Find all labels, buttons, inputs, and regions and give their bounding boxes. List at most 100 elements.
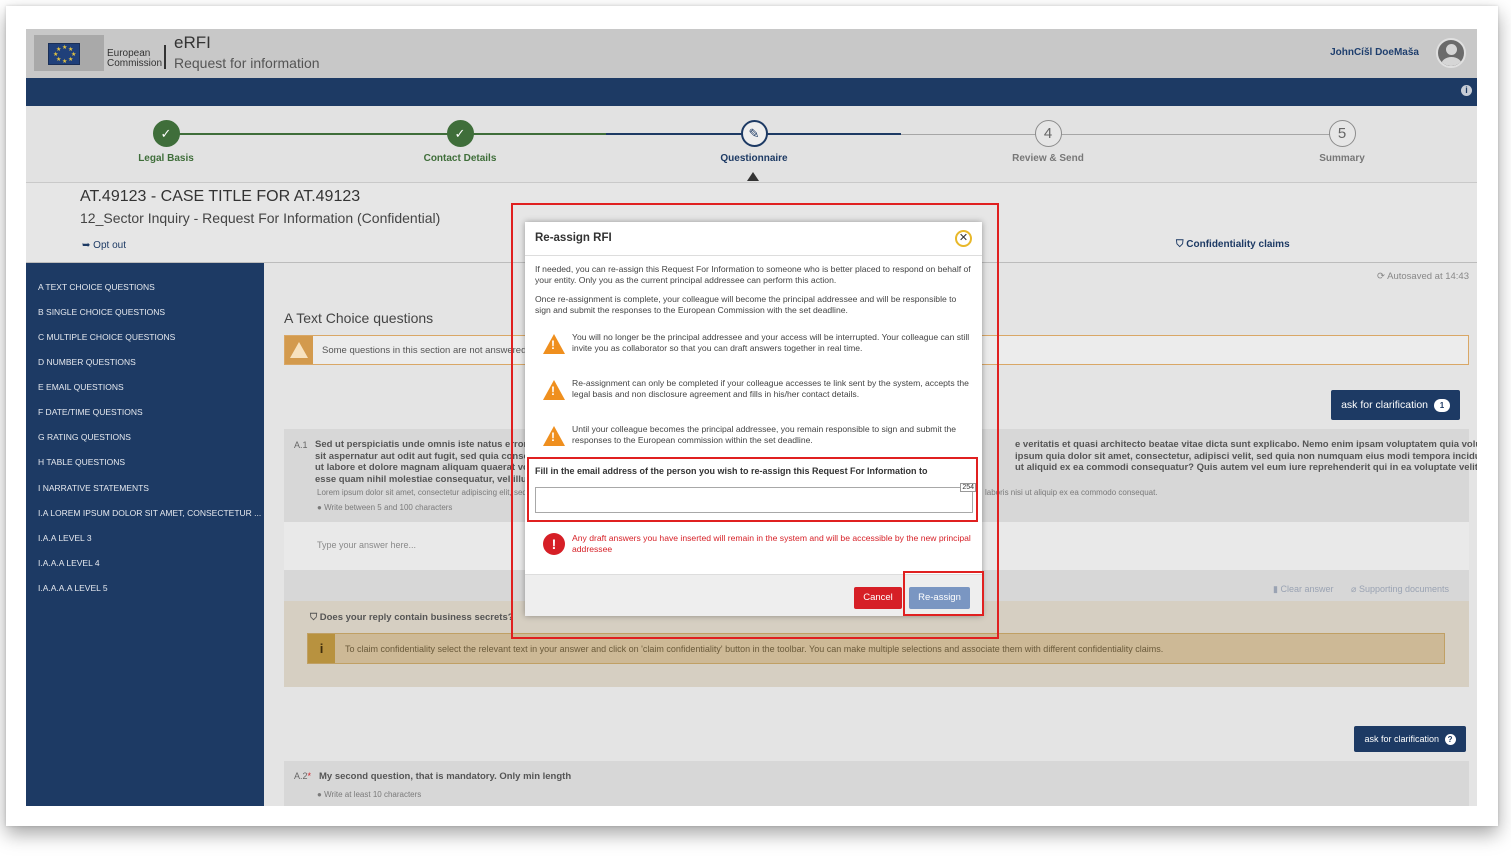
warning-icon	[543, 426, 565, 446]
sidebar-item-e[interactable]: E EMAIL QUESTIONS	[38, 382, 124, 392]
email-field-highlight-outline	[527, 457, 978, 522]
app-subtitle: Request for information	[174, 55, 320, 71]
logo-line-2: Commission	[107, 58, 163, 69]
draft-answers-error: ! Any draft answers you have inserted wi…	[535, 531, 972, 557]
question-hint: ● Write at least 10 characters	[317, 790, 421, 799]
step-contact-details[interactable]: ✓ Contact Details	[390, 120, 530, 164]
mandatory-marker: *	[307, 771, 312, 781]
eu-flag-icon: ★ ★ ★ ★ ★ ★ ★ ★	[48, 43, 80, 65]
hint-text: Write between 5 and 100 characters	[324, 503, 453, 512]
question-number-text: A.2	[294, 771, 308, 781]
sidebar-item-iaaa[interactable]: I.A.A.A LEVEL 4	[38, 558, 100, 568]
warning-text: Re-assignment can only be completed if y…	[572, 378, 969, 399]
ask-clarification-button-2[interactable]: ask for clarification ?	[1354, 726, 1466, 752]
step-label: Review & Send	[1012, 153, 1084, 164]
reassign-rfi-dialog: Re-assign RFI ✕ If needed, you can re-as…	[525, 222, 982, 616]
step-4-number: 4	[1034, 120, 1062, 147]
sidebar-item-ia[interactable]: I.A LOREM IPSUM DOLOR SIT AMET, CONSECTE…	[38, 508, 261, 518]
nav-bar: i	[26, 78, 1477, 106]
ask-clarification-button[interactable]: ask for clarification 1	[1331, 390, 1460, 420]
section-warning-text: Some questions in this section are not a…	[322, 345, 527, 356]
shield-icon: ⛉	[1176, 239, 1187, 250]
cancel-button[interactable]: Cancel	[854, 587, 902, 609]
opt-out-icon: ➥	[82, 240, 94, 251]
progress-stepper: ✓ Legal Basis ✓ Contact Details ✎ Questi…	[26, 106, 1477, 183]
step-questionnaire[interactable]: ✎ Questionnaire	[684, 120, 824, 164]
business-secrets-question: ⛉ Does your reply contain business secre…	[310, 612, 514, 623]
opt-out-label: Opt out	[93, 240, 126, 251]
clarification-count-badge: 1	[1433, 399, 1450, 412]
question-hint: ● Write between 5 and 100 characters	[317, 503, 452, 512]
ask-clarification-label: ask for clarification	[1341, 399, 1429, 411]
opt-out-link[interactable]: ➥ Opt out	[82, 240, 126, 251]
info-icon: i	[308, 634, 335, 663]
autosave-text: Autosaved at 14:43	[1387, 271, 1469, 282]
answer-toolbar: ▮ Clear answer ⌀ Supporting documents	[1273, 584, 1449, 595]
ec-logo: ★ ★ ★ ★ ★ ★ ★ ★	[34, 35, 104, 71]
sidebar-item-d[interactable]: D NUMBER QUESTIONS	[38, 357, 136, 367]
step-label: Questionnaire	[720, 153, 788, 164]
confidentiality-claims-link[interactable]: ⛉ Confidentiality claims	[1176, 239, 1290, 250]
supporting-documents-button[interactable]: ⌀ Supporting documents	[1351, 584, 1449, 594]
step-1-done-icon: ✓	[152, 120, 180, 147]
ec-logo-text: European Commission	[107, 49, 162, 69]
step-label: Contact Details	[423, 153, 497, 164]
step-label: Legal Basis	[138, 153, 194, 164]
error-icon: !	[543, 533, 565, 555]
case-subtitle: 12_Sector Inquiry - Request For Informat…	[80, 210, 441, 226]
warning-icon	[543, 334, 565, 354]
sidebar-item-g[interactable]: G RATING QUESTIONS	[38, 432, 131, 442]
question-a2: A.2* My second question, that is mandato…	[284, 761, 1469, 806]
help-icon: ?	[1444, 734, 1456, 745]
sidebar-item-h[interactable]: H TABLE QUESTIONS	[38, 457, 125, 467]
dialog-divider	[525, 255, 982, 256]
sidebar-item-f[interactable]: F DATE/TIME QUESTIONS	[38, 407, 143, 417]
app-title: eRFI	[174, 33, 211, 52]
dialog-intro-2: Once re-assignment is complete, your col…	[535, 294, 957, 315]
reassign-button-highlight-outline	[903, 571, 984, 616]
sidebar-item-iaaaa[interactable]: I.A.A.A.A LEVEL 5	[38, 583, 108, 593]
info-icon[interactable]: i	[1461, 85, 1472, 96]
sidebar-item-iaa[interactable]: I.A.A LEVEL 3	[38, 533, 92, 543]
autosave-status: ⟳ Autosaved at 14:43	[1377, 271, 1469, 282]
answer-placeholder: Type your answer here...	[317, 540, 417, 550]
paperclip-icon: ⌀	[1351, 584, 1359, 594]
step-2-done-icon: ✓	[446, 120, 474, 147]
case-title: AT.49123 - CASE TITLE FOR AT.49123	[80, 188, 361, 205]
step-legal-basis[interactable]: ✓ Legal Basis	[96, 120, 236, 164]
question-text-line: sit aspernatur aut odit aut fugit, sed q…	[315, 450, 529, 462]
sidebar-item-b[interactable]: B SINGLE CHOICE QUESTIONS	[38, 307, 165, 317]
question-text-line: esse quam nihil molestiae consequatur, v…	[315, 473, 535, 485]
step-review-send[interactable]: 4 Review & Send	[978, 120, 1118, 164]
section-title: A Text Choice questions	[284, 310, 434, 326]
avatar[interactable]	[1436, 38, 1466, 68]
clear-answer-button[interactable]: ▮ Clear answer	[1273, 584, 1333, 594]
question-description: Lorem ipsum dolor sit amet, consectetur …	[317, 488, 1158, 497]
dialog-intro: If needed, you can re-assign this Reques…	[535, 264, 971, 285]
step-summary[interactable]: 5 Summary	[1272, 120, 1412, 164]
warning-item: Until your colleague becomes the princip…	[535, 424, 972, 454]
refresh-icon: ⟳	[1377, 271, 1388, 282]
shield-icon: ⛉	[310, 612, 320, 623]
close-icon[interactable]: ✕	[955, 230, 972, 247]
hint-text: Write at least 10 characters	[324, 790, 422, 799]
sidebar-item-i[interactable]: I NARRATIVE STATEMENTS	[38, 483, 149, 493]
sidebar-item-a[interactable]: A TEXT CHOICE QUESTIONS	[38, 282, 155, 292]
question-text-line: ut labore et dolore magnam aliquam quaer…	[315, 462, 532, 473]
dialog-title: Re-assign RFI	[535, 232, 612, 244]
question-text-line: Sed ut perspiciatis unde omnis iste natu…	[315, 439, 535, 450]
warning-icon	[285, 336, 313, 364]
warning-icon	[543, 380, 565, 400]
warning-text: Until your colleague becomes the princip…	[572, 424, 957, 445]
info-icon: ●	[317, 503, 325, 512]
logo-separator	[164, 45, 166, 69]
step-label: Summary	[1319, 153, 1365, 164]
question-text: My second question, that is mandatory. O…	[319, 771, 572, 782]
confidentiality-claims-label: Confidentiality claims	[1186, 239, 1290, 250]
user-name[interactable]: JohnCíšl DoeMaša	[1330, 47, 1419, 58]
description-left: Lorem ipsum dolor sit amet, consectetur …	[317, 488, 527, 497]
warning-item: Re-assignment can only be completed if y…	[535, 378, 972, 408]
sidebar-item-c[interactable]: C MULTIPLE CHOICE QUESTIONS	[38, 332, 175, 342]
step-5-number: 5	[1328, 120, 1356, 147]
section-sidebar: A TEXT CHOICE QUESTIONS B SINGLE CHOICE …	[26, 263, 264, 806]
